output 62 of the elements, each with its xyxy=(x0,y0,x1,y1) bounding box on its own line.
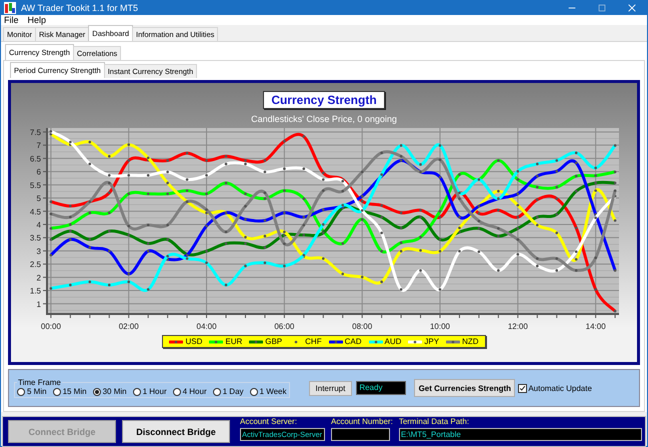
get-strength-button[interactable]: Get Currencies Strength xyxy=(414,379,516,397)
y-tick-label: 4 xyxy=(36,220,41,230)
x-tick-label: 02:00 xyxy=(118,322,139,331)
status-field: Ready xyxy=(356,381,406,395)
time-frame-radio[interactable]: 30 Min xyxy=(92,387,127,396)
radio-circle[interactable] xyxy=(212,388,221,396)
group-label: Time Frame xyxy=(17,378,62,387)
menu-item[interactable]: Help xyxy=(28,15,46,25)
y-tick-label: 6 xyxy=(36,168,41,177)
auto-update-checkbox[interactable]: Automatic Update xyxy=(518,384,592,392)
x-tick-label: 04:00 xyxy=(196,322,217,331)
chart-title: Currency Strength xyxy=(263,91,385,109)
y-tick-label: 5 xyxy=(36,194,41,204)
y-tick-label: 1 xyxy=(36,300,41,309)
text-field[interactable]: E:\MT5_Portable xyxy=(398,428,642,441)
y-tick-label: 7 xyxy=(36,141,41,150)
time-frame-radio[interactable]: 1 Hour xyxy=(132,387,167,396)
legend-label: CAD xyxy=(344,337,362,346)
close-icon[interactable] xyxy=(627,2,637,12)
field-label: Terminal Data Path: xyxy=(398,417,470,426)
time-frame-radio[interactable]: 4 Hour xyxy=(172,387,207,396)
legend-label: CHF xyxy=(305,337,322,346)
legend-label: NZD xyxy=(462,337,479,346)
time-frame-radio[interactable]: 1 Day xyxy=(212,387,244,396)
x-tick-label: 12:00 xyxy=(508,322,528,331)
time-frame-radio[interactable]: 5 Min xyxy=(17,387,47,396)
radio-circle[interactable] xyxy=(250,388,258,396)
y-tick-label: 5.5 xyxy=(30,180,41,190)
text-field[interactable] xyxy=(331,428,390,441)
y-tick-label: 2 xyxy=(36,273,41,282)
radio-circle[interactable] xyxy=(17,388,25,396)
y-tick-label: 2.5 xyxy=(30,260,41,270)
radio-circle[interactable] xyxy=(52,388,61,396)
y-tick-label: 3.5 xyxy=(30,234,41,243)
time-frame-radio[interactable]: 15 Min xyxy=(52,387,87,396)
y-tick-label: 4.5 xyxy=(30,207,41,216)
legend-label: JPY xyxy=(424,337,440,346)
window-title: AW Trader Tookit 1.1 for MT5 xyxy=(21,2,140,12)
legend-label: EUR xyxy=(225,337,242,346)
checkbox[interactable] xyxy=(518,384,528,392)
x-tick-label: 06:00 xyxy=(274,322,294,331)
chart-subtitle: Candlesticks' Close Price, 0 ongoing xyxy=(251,114,397,124)
x-tick-label: 10:00 xyxy=(430,322,450,331)
bridge-button[interactable]: Disconnect Bridge xyxy=(122,420,230,443)
x-tick-label: 00:00 xyxy=(40,322,61,331)
legend-label: AUD xyxy=(384,337,402,346)
field-label: Account Number: xyxy=(331,417,393,426)
field-label: Account Server: xyxy=(240,417,298,426)
radio-circle[interactable] xyxy=(132,388,141,396)
time-frame-radio[interactable]: 1 Week xyxy=(250,387,287,396)
legend-label: GBP xyxy=(265,337,282,346)
radio-circle[interactable] xyxy=(172,388,181,396)
legend-label: USD xyxy=(185,337,202,346)
x-tick-label: 08:00 xyxy=(352,322,372,331)
y-tick-label: 6.5 xyxy=(30,154,41,164)
interrupt-button[interactable]: Interrupt xyxy=(308,380,352,396)
x-tick-label: 14:00 xyxy=(586,322,606,331)
y-tick-label: 1.5 xyxy=(30,286,41,296)
y-tick-label: 3 xyxy=(36,246,41,256)
radio-circle[interactable] xyxy=(92,388,101,396)
menu-item[interactable]: File xyxy=(4,15,19,25)
y-tick-label: 7.5 xyxy=(30,128,41,137)
